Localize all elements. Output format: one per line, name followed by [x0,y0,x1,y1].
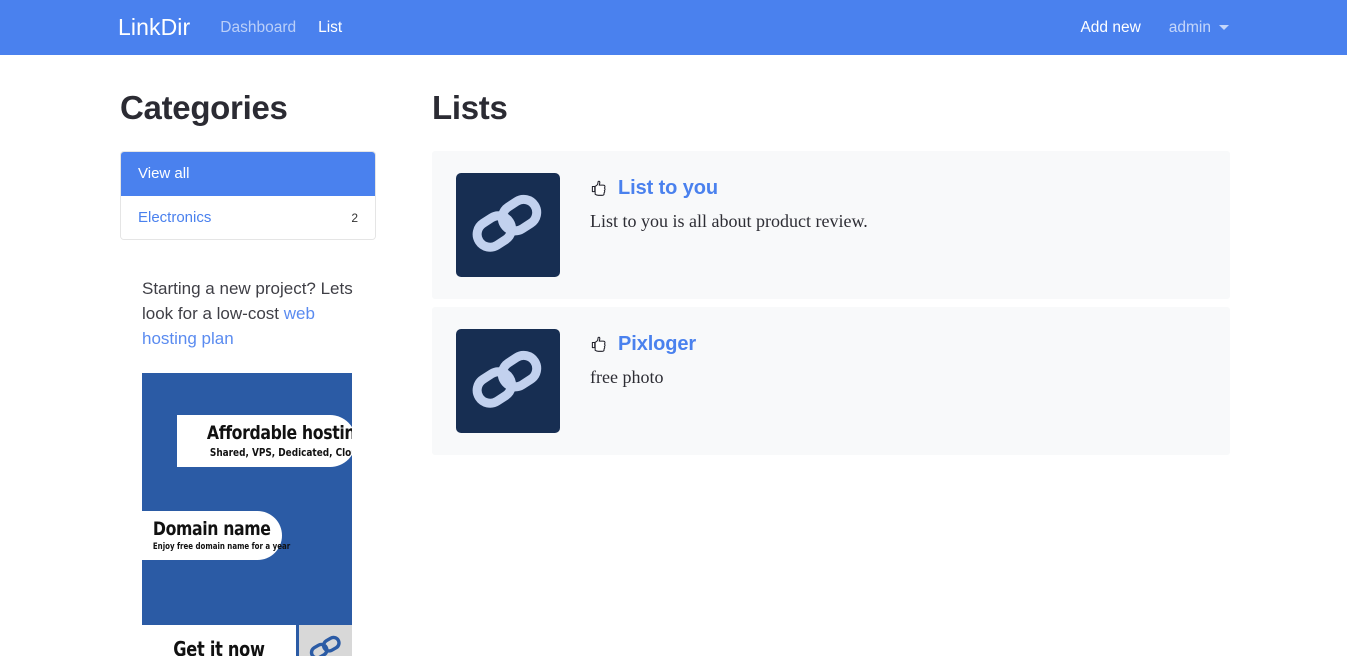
chevron-down-icon [1219,25,1229,30]
category-item-electronics[interactable]: Electronics 2 [121,196,375,239]
ad-banner-offer-sub: Enjoy free domain name for a year [152,542,291,552]
ad-banner-headline-sub: Shared, VPS, Dedicated, Cloud [209,446,352,459]
ad-banner[interactable]: Affordable hosting Shared, VPS, Dedicate… [142,373,352,656]
list-item-description: List to you is all about product review. [590,211,868,231]
list-item-title-row: Pixloger [590,333,696,356]
top-navbar: LinkDir Dashboard List Add new admin [0,0,1347,55]
ad-banner-offer: Domain name [152,518,271,540]
list-item-thumbnail[interactable] [456,173,560,277]
ad-promo-text-body: Starting a new project? Lets look for a … [142,279,353,323]
sidebar: Categories View all Electronics 2 Starti… [118,55,404,656]
page-body: Categories View all Electronics 2 Starti… [0,55,1347,656]
lists-title: Lists [432,89,508,126]
brand-logo[interactable]: LinkDir [118,14,190,41]
list-item[interactable]: Pixloger free photo [432,307,1230,455]
list-item-body: Pixloger free photo [590,329,696,388]
user-menu-label: admin [1168,18,1211,36]
list-item-title-row: List to you [590,177,868,200]
list-item[interactable]: List to you List to you is all about pro… [432,151,1230,299]
nav-link-list[interactable]: List [318,19,342,37]
category-list: View all Electronics 2 [120,151,376,240]
chain-link-icon [472,194,542,252]
ad-banner-footer: Get it now [142,625,352,656]
ad-banner-cta[interactable]: Get it now [150,637,289,656]
user-menu-dropdown[interactable]: admin [1169,19,1229,37]
chain-link-icon [472,350,542,408]
ad-banner-offer-pill: Domain name Enjoy free domain name for a… [142,511,291,560]
category-item-label: View all [138,165,190,182]
list-item-description: free photo [590,367,664,387]
pointing-hand-icon [591,336,606,352]
primary-nav: Dashboard List [220,19,342,37]
category-item-view-all[interactable]: View all [121,152,375,196]
categories-title: Categories [120,89,288,126]
ad-banner-headline-pill: Affordable hosting Shared, VPS, Dedicate… [177,415,352,467]
secondary-nav: Add new admin [1080,19,1229,37]
nav-link-dashboard[interactable]: Dashboard [220,19,296,37]
category-item-label: Electronics [138,209,212,226]
chain-link-icon [309,635,341,656]
pointing-hand-icon [591,180,606,196]
ad-promo-text: Starting a new project? Lets look for a … [142,276,354,351]
ad-banner-headline: Affordable hosting [206,422,352,444]
category-count-badge: 2 [351,210,358,225]
list-item-title-link[interactable]: Pixloger [618,333,696,356]
list-item-title-link[interactable]: List to you [618,177,718,200]
main-content: Lists List to you List to you is all abo… [404,55,1347,656]
list-item-thumbnail[interactable] [456,329,560,433]
ad-banner-logo [296,625,352,656]
add-new-button[interactable]: Add new [1080,19,1140,37]
list-item-body: List to you List to you is all about pro… [590,173,868,232]
